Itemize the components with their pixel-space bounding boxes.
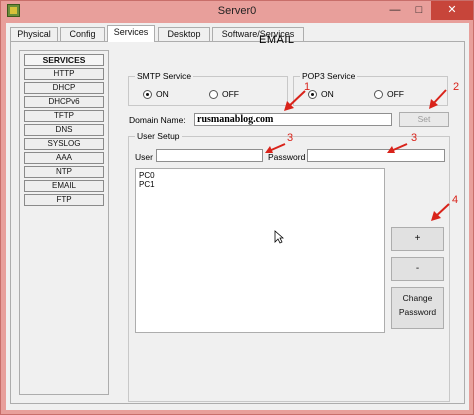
service-item-syslog[interactable]: SYSLOG	[24, 138, 104, 150]
smtp-on-radio[interactable]	[143, 90, 152, 100]
annotation-number-2: 2	[453, 81, 460, 93]
pop3-off-option[interactable]: OFF	[374, 89, 404, 100]
pop3-service-label: POP3 Service	[300, 71, 358, 81]
annotation-number-1: 1	[304, 81, 311, 93]
pop3-service-group: POP3 Service ON OFF	[293, 71, 448, 106]
annotation-number-3a: 3	[287, 132, 294, 144]
pop3-off-radio[interactable]	[374, 90, 383, 100]
domain-name-label: Domain Name:	[129, 115, 186, 125]
service-item-tftp[interactable]: TFTP	[24, 110, 104, 122]
service-item-dhcp[interactable]: DHCP	[24, 82, 104, 94]
service-item-email[interactable]: EMAIL	[24, 180, 104, 192]
annotation-arrow-2-icon	[429, 89, 447, 109]
service-item-dhcpv6[interactable]: DHCPv6	[24, 96, 104, 108]
annotation-number-4: 4	[452, 194, 459, 206]
remove-user-button[interactable]: -	[391, 257, 444, 281]
smtp-off-label: OFF	[222, 89, 239, 99]
annotation-number-3b: 3	[411, 132, 418, 144]
tab-desktop[interactable]: Desktop	[158, 27, 210, 41]
tab-config[interactable]: Config	[60, 27, 105, 41]
minimize-button[interactable]: —	[384, 1, 406, 20]
tab-physical[interactable]: Physical	[10, 27, 58, 41]
smtp-service-label: SMTP Service	[135, 71, 194, 81]
annotation-arrow-3a-icon	[265, 143, 286, 153]
pop3-on-label: ON	[321, 89, 334, 99]
smtp-service-group: SMTP Service ON OFF	[128, 71, 288, 106]
email-section-title: EMAIL	[259, 34, 295, 46]
user-input[interactable]	[156, 149, 263, 162]
annotation-arrow-4-icon	[431, 203, 450, 221]
close-button[interactable]: ✕	[431, 1, 473, 20]
tab-services[interactable]: Services	[107, 25, 155, 42]
remove-user-button-label: -	[415, 263, 420, 274]
title-bar[interactable]: Server0 — □ ✕	[1, 1, 473, 21]
app-window: Server0 — □ ✕ Physical Config Services D…	[0, 0, 474, 415]
user-list-item[interactable]: PC0	[139, 171, 381, 180]
smtp-on-option[interactable]: ON	[143, 89, 169, 100]
user-label: User	[135, 152, 153, 162]
change-password-line1: Change	[402, 293, 433, 303]
maximize-button[interactable]: □	[408, 1, 430, 20]
pop3-on-option[interactable]: ON	[308, 89, 334, 100]
user-list-item[interactable]: PC1	[139, 180, 381, 189]
user-list[interactable]: PC0 PC1	[135, 168, 385, 333]
add-user-button[interactable]: +	[391, 227, 444, 251]
smtp-off-option[interactable]: OFF	[209, 89, 239, 100]
service-item-ntp[interactable]: NTP	[24, 166, 104, 178]
annotation-arrow-3b-icon	[387, 143, 408, 153]
domain-name-input[interactable]: rusmanablog.com	[194, 113, 392, 126]
smtp-on-label: ON	[156, 89, 169, 99]
service-item-ftp[interactable]: FTP	[24, 194, 104, 206]
mouse-cursor-icon	[274, 230, 284, 244]
service-item-aaa[interactable]: AAA	[24, 152, 104, 164]
change-password-button[interactable]: Change Password	[391, 287, 444, 329]
smtp-off-radio[interactable]	[209, 90, 218, 100]
change-password-line2: Password	[398, 307, 437, 317]
set-button[interactable]: Set	[399, 112, 449, 127]
user-setup-label: User Setup	[135, 131, 182, 141]
password-input[interactable]	[307, 149, 445, 162]
services-list-header: SERVICES	[24, 54, 104, 66]
service-item-dns[interactable]: DNS	[24, 124, 104, 136]
service-item-http[interactable]: HTTP	[24, 68, 104, 80]
services-list: SERVICES HTTP DHCP DHCPv6 TFTP DNS SYSLO…	[19, 50, 109, 395]
pop3-off-label: OFF	[387, 89, 404, 99]
